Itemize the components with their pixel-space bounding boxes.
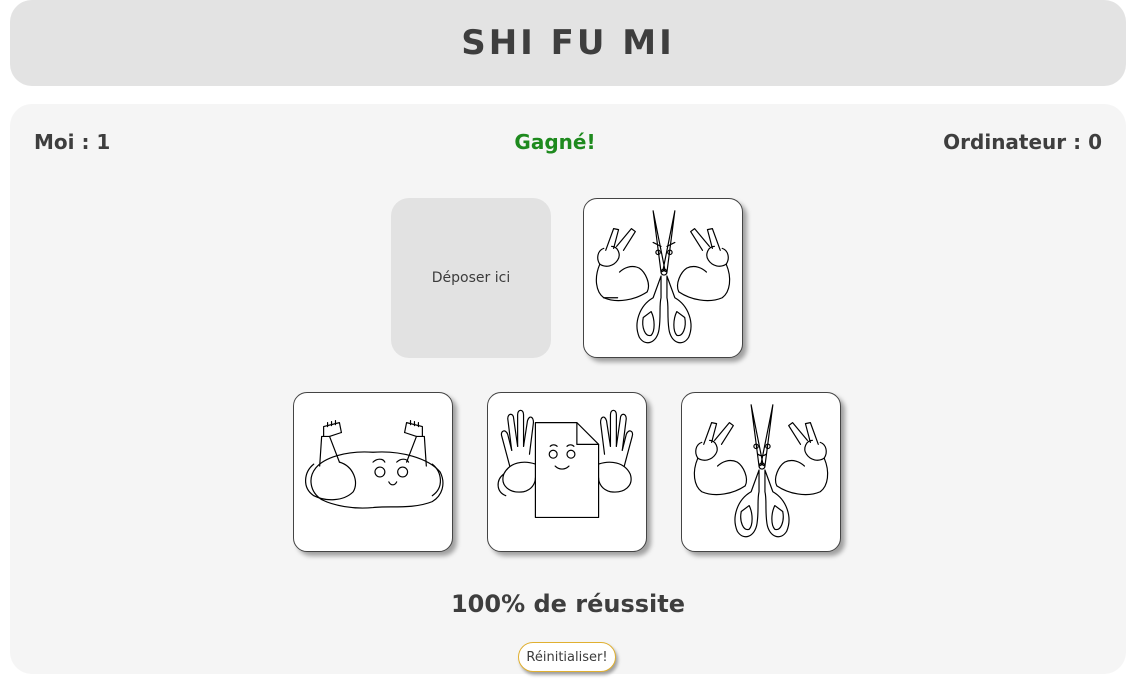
round-result: Gagné! <box>514 130 596 154</box>
game-title: SHI FU MI <box>461 23 675 63</box>
header-bar: SHI FU MI <box>10 0 1126 86</box>
success-rate: 100% de réussite <box>450 590 686 618</box>
reset-button[interactable]: Réinitialiser! <box>518 642 616 672</box>
drop-zone[interactable]: Déposer ici <box>391 198 551 358</box>
rock-icon <box>305 420 444 509</box>
paper-icon <box>497 409 634 519</box>
choice-card-rock[interactable] <box>293 392 453 552</box>
drop-zone-label: Déposer ici <box>431 270 511 286</box>
scissors-icon <box>693 404 829 538</box>
scissors-icon <box>595 210 731 344</box>
computer-choice-card <box>583 198 743 358</box>
choice-card-scissors[interactable] <box>681 392 841 552</box>
choice-card-paper[interactable] <box>487 392 647 552</box>
game-board: Moi : 1 Gagné! Ordinateur : 0 Déposer ic… <box>10 104 1126 674</box>
computer-score: Ordinateur : 0 <box>943 130 1102 154</box>
